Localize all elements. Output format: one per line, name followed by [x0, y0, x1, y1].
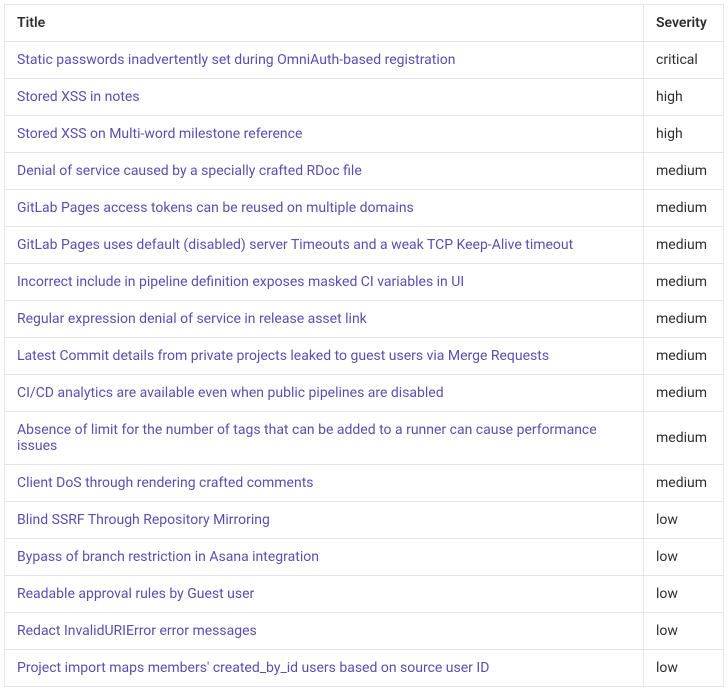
vulnerability-link[interactable]: GitLab Pages access tokens can be reused… [17, 200, 414, 216]
vulnerability-link[interactable]: Project import maps members' created_by_… [17, 660, 489, 676]
severity-cell: medium [644, 301, 724, 338]
severity-cell: low [644, 539, 724, 576]
vulnerability-link[interactable]: Bypass of branch restriction in Asana in… [17, 549, 319, 565]
table-row: Project import maps members' created_by_… [5, 650, 724, 687]
title-cell: Client DoS through rendering crafted com… [5, 465, 644, 502]
vulnerability-link[interactable]: Denial of service caused by a specially … [17, 163, 362, 179]
title-cell: Blind SSRF Through Repository Mirroring [5, 502, 644, 539]
title-cell: Incorrect include in pipeline definition… [5, 264, 644, 301]
title-cell: Stored XSS on Multi-word milestone refer… [5, 116, 644, 153]
severity-cell: low [644, 502, 724, 539]
vulnerability-link[interactable]: Blind SSRF Through Repository Mirroring [17, 512, 270, 528]
title-cell: Static passwords inadvertently set durin… [5, 42, 644, 79]
severity-cell: medium [644, 338, 724, 375]
title-cell: Latest Commit details from private proje… [5, 338, 644, 375]
table-header-row: Title Severity [5, 5, 724, 42]
severity-cell: medium [644, 465, 724, 502]
table-row: CI/CD analytics are available even when … [5, 375, 724, 412]
table-row: Redact InvalidURIError error messages low [5, 613, 724, 650]
vulnerability-link[interactable]: Latest Commit details from private proje… [17, 348, 549, 364]
vulnerability-link[interactable]: Readable approval rules by Guest user [17, 586, 254, 602]
vulnerability-link[interactable]: Static passwords inadvertently set durin… [17, 52, 456, 68]
title-cell: Regular expression denial of service in … [5, 301, 644, 338]
title-cell: CI/CD analytics are available even when … [5, 375, 644, 412]
vulnerability-link[interactable]: Absence of limit for the number of tags … [17, 422, 597, 454]
table-row: Incorrect include in pipeline definition… [5, 264, 724, 301]
header-title: Title [5, 5, 644, 42]
vulnerability-link[interactable]: GitLab Pages uses default (disabled) ser… [17, 237, 573, 253]
vulnerability-link[interactable]: Stored XSS on Multi-word milestone refer… [17, 126, 302, 142]
title-cell: Redact InvalidURIError error messages [5, 613, 644, 650]
vulnerability-link[interactable]: Regular expression denial of service in … [17, 311, 367, 327]
table-body: Static passwords inadvertently set durin… [5, 42, 724, 687]
table-row: Latest Commit details from private proje… [5, 338, 724, 375]
title-cell: GitLab Pages access tokens can be reused… [5, 190, 644, 227]
title-cell: Denial of service caused by a specially … [5, 153, 644, 190]
vulnerability-link[interactable]: CI/CD analytics are available even when … [17, 385, 444, 401]
title-cell: GitLab Pages uses default (disabled) ser… [5, 227, 644, 264]
title-cell: Readable approval rules by Guest user [5, 576, 644, 613]
severity-cell: high [644, 116, 724, 153]
table-row: Bypass of branch restriction in Asana in… [5, 539, 724, 576]
table-row: Blind SSRF Through Repository Mirroring l… [5, 502, 724, 539]
table-row: Static passwords inadvertently set durin… [5, 42, 724, 79]
table-row: GitLab Pages uses default (disabled) ser… [5, 227, 724, 264]
vulnerabilities-table: Title Severity Static passwords inadvert… [4, 4, 724, 687]
severity-cell: high [644, 79, 724, 116]
title-cell: Absence of limit for the number of tags … [5, 412, 644, 465]
vulnerability-link[interactable]: Stored XSS in notes [17, 89, 140, 105]
severity-cell: critical [644, 42, 724, 79]
vulnerability-link[interactable]: Redact InvalidURIError error messages [17, 623, 257, 639]
table-row: Readable approval rules by Guest user low [5, 576, 724, 613]
table-row: Regular expression denial of service in … [5, 301, 724, 338]
title-cell: Bypass of branch restriction in Asana in… [5, 539, 644, 576]
table-row: Client DoS through rendering crafted com… [5, 465, 724, 502]
severity-cell: low [644, 650, 724, 687]
severity-cell: medium [644, 264, 724, 301]
table-row: GitLab Pages access tokens can be reused… [5, 190, 724, 227]
table-row: Absence of limit for the number of tags … [5, 412, 724, 465]
table-row: Denial of service caused by a specially … [5, 153, 724, 190]
vulnerability-link[interactable]: Client DoS through rendering crafted com… [17, 475, 314, 491]
header-severity: Severity [644, 5, 724, 42]
severity-cell: medium [644, 153, 724, 190]
table-row: Stored XSS in notes high [5, 79, 724, 116]
severity-cell: medium [644, 412, 724, 465]
severity-cell: medium [644, 227, 724, 264]
table-row: Stored XSS on Multi-word milestone refer… [5, 116, 724, 153]
title-cell: Stored XSS in notes [5, 79, 644, 116]
title-cell: Project import maps members' created_by_… [5, 650, 644, 687]
severity-cell: medium [644, 190, 724, 227]
vulnerability-link[interactable]: Incorrect include in pipeline definition… [17, 274, 464, 290]
severity-cell: medium [644, 375, 724, 412]
severity-cell: low [644, 613, 724, 650]
severity-cell: low [644, 576, 724, 613]
